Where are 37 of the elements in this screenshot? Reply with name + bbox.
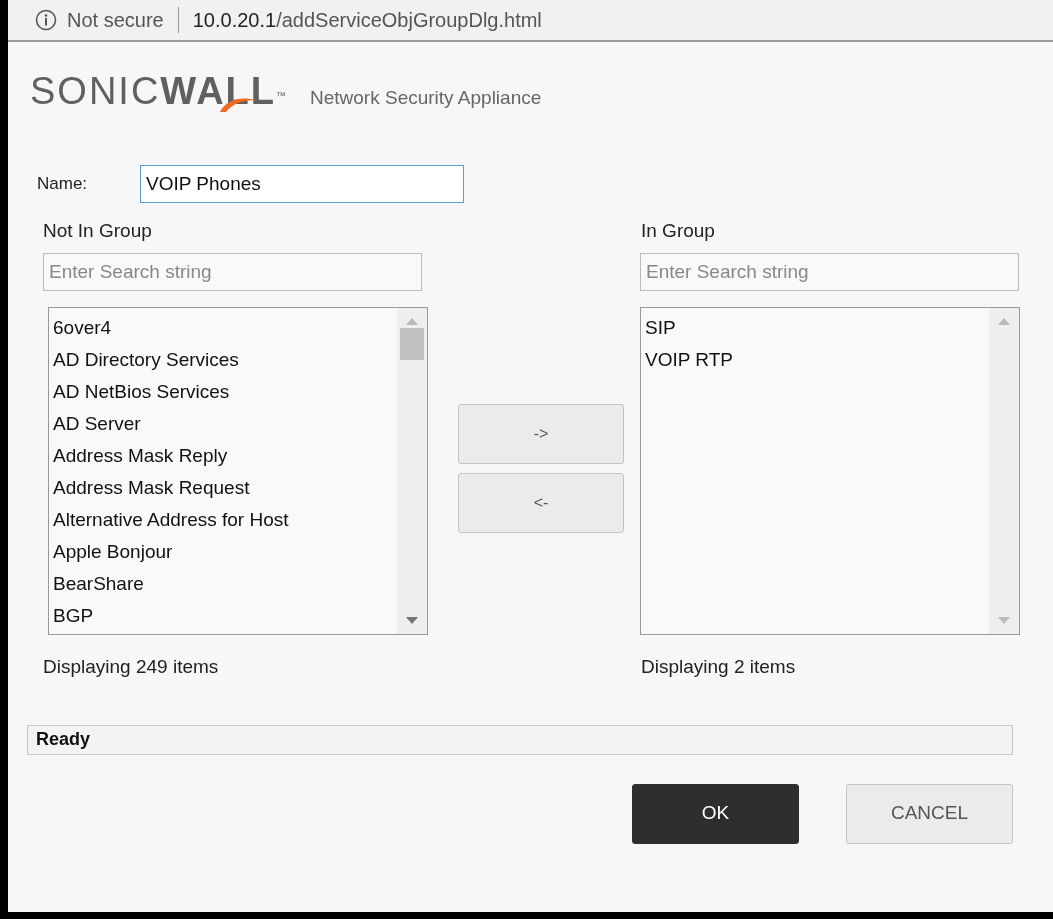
name-field[interactable]: VOIP Phones bbox=[140, 165, 464, 203]
scrollbar[interactable] bbox=[397, 308, 427, 634]
list-title: In Group bbox=[641, 219, 716, 241]
search-field[interactable]: Enter Search string bbox=[640, 253, 1019, 291]
cancel-button[interactable]: CANCEL bbox=[846, 783, 1013, 844]
scroll-up-icon[interactable] bbox=[998, 318, 1010, 325]
list-item[interactable]: Address Mask Request bbox=[53, 472, 250, 504]
list-item[interactable]: Address Mask Reply bbox=[53, 440, 228, 472]
list-item[interactable]: AD Server bbox=[53, 408, 141, 440]
list-item[interactable]: BGP bbox=[53, 600, 94, 632]
scrollbar[interactable] bbox=[989, 308, 1019, 634]
ok-button[interactable]: OK bbox=[632, 783, 799, 844]
list-item[interactable]: AD Directory Services bbox=[53, 344, 239, 376]
item-count: Displaying 2 items bbox=[641, 655, 796, 679]
list-item[interactable]: AD NetBios Services bbox=[53, 376, 230, 408]
url-text[interactable]: 10.0.20.1/addServiceObjGroupDlg.html bbox=[192, 5, 542, 35]
subtitle: Network Security Appliance bbox=[310, 85, 542, 110]
list-item[interactable]: BearShare bbox=[53, 568, 144, 600]
item-count: Displaying 249 items bbox=[43, 655, 219, 679]
scroll-up-icon[interactable] bbox=[406, 318, 418, 325]
field-label: Name: bbox=[37, 173, 89, 196]
move-button[interactable]: -> bbox=[458, 404, 624, 464]
search-field[interactable]: Enter Search string bbox=[43, 253, 422, 291]
list-item[interactable]: VOIP RTP bbox=[645, 344, 733, 376]
list-title: Not In Group bbox=[43, 219, 153, 241]
security-status: Not secure bbox=[67, 8, 164, 33]
list-item[interactable]: Apple Bonjour bbox=[53, 536, 173, 568]
logo: SONICWALL$^{™}$ bbox=[30, 72, 288, 114]
list-item[interactable]: 6over4 bbox=[53, 312, 112, 344]
status-text: Ready bbox=[36, 728, 91, 751]
scroll-down-icon[interactable] bbox=[406, 617, 418, 624]
scroll-down-icon[interactable] bbox=[998, 617, 1010, 624]
scroll-thumb[interactable] bbox=[400, 328, 424, 360]
info-icon[interactable] bbox=[35, 9, 57, 31]
list-item[interactable]: Alternative Address for Host bbox=[53, 504, 289, 536]
move-button[interactable]: <- bbox=[458, 473, 624, 533]
list-item[interactable]: SIP bbox=[645, 312, 676, 344]
